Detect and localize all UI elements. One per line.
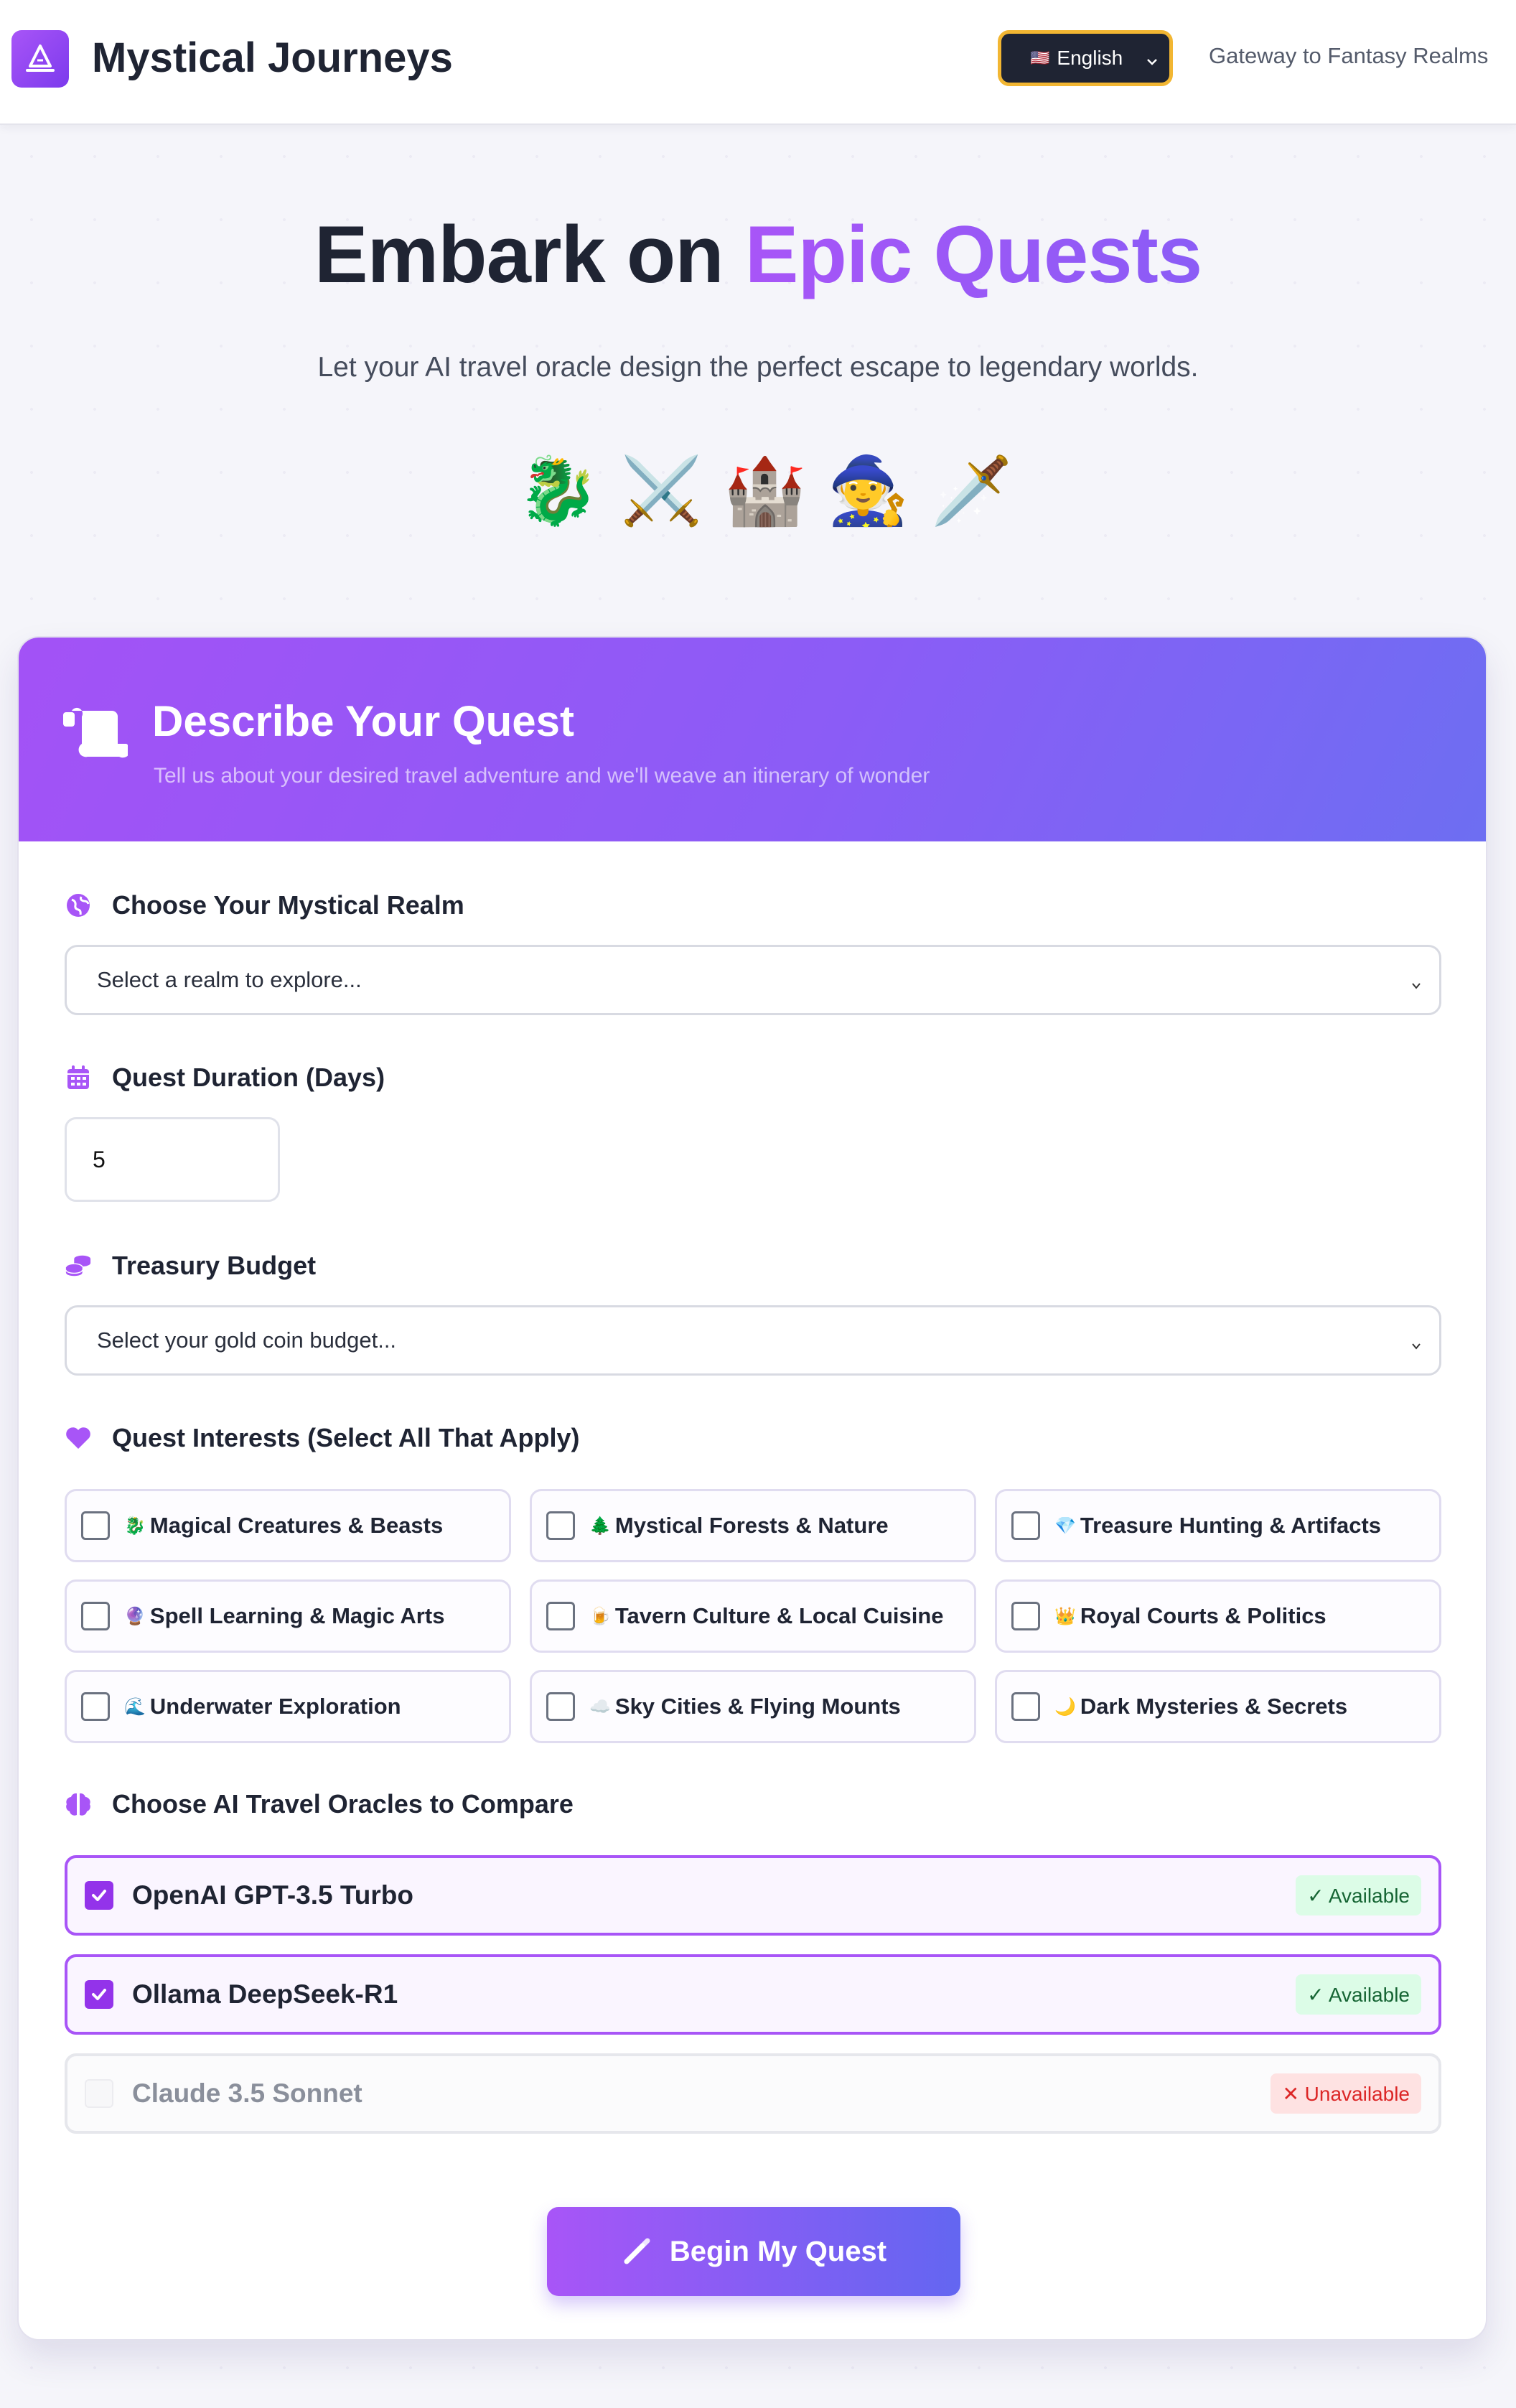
castle-icon: 🏰 bbox=[724, 454, 806, 528]
interest-checkbox[interactable] bbox=[81, 1511, 110, 1540]
logo-icon[interactable] bbox=[11, 30, 69, 88]
form-header: Describe Your Quest Tell us about your d… bbox=[19, 638, 1486, 841]
interest-checkbox[interactable] bbox=[81, 1692, 110, 1721]
globe-icon bbox=[65, 892, 92, 919]
form-title: Describe Your Quest bbox=[152, 697, 574, 745]
interest-checkbox[interactable] bbox=[81, 1602, 110, 1630]
wand-icon bbox=[624, 2238, 650, 2264]
chevron-down-icon bbox=[1409, 1333, 1423, 1359]
interest-checkbox[interactable] bbox=[1011, 1692, 1040, 1721]
interest-sky-cities[interactable]: ☁️ Sky Cities & Flying Mounts bbox=[530, 1670, 976, 1743]
coins-icon bbox=[65, 1252, 92, 1279]
crown-icon: 👑 bbox=[1054, 1606, 1076, 1626]
status-badge: ✓ Available bbox=[1296, 1974, 1421, 2015]
interests-label: Quest Interests (Select All That Apply) bbox=[65, 1423, 579, 1453]
chevron-down-icon bbox=[1409, 973, 1423, 999]
header-tagline: Gateway to Fantasy Realms bbox=[1209, 43, 1489, 68]
crossed-swords-icon: ⚔️ bbox=[620, 454, 703, 528]
budget-select-value: Select your gold coin budget... bbox=[97, 1327, 397, 1353]
oracle-name: Claude 3.5 Sonnet bbox=[132, 2078, 362, 2108]
oracle-option-claude: Claude 3.5 Sonnet ✕ Unavailable bbox=[65, 2053, 1441, 2134]
oracle-checkbox-disabled bbox=[85, 2079, 113, 2108]
wizard-icon: 🧙 bbox=[827, 454, 909, 528]
interest-checkbox[interactable] bbox=[1011, 1602, 1040, 1630]
interest-checkbox[interactable] bbox=[546, 1692, 575, 1721]
duration-label-text: Quest Duration (Days) bbox=[112, 1063, 385, 1092]
interest-checkbox[interactable] bbox=[546, 1511, 575, 1540]
scroll-icon bbox=[62, 706, 131, 763]
quest-form-card: Describe Your Quest Tell us about your d… bbox=[17, 636, 1487, 2341]
oracles-label: Choose AI Travel Oracles to Compare bbox=[65, 1789, 574, 1819]
budget-label: Treasury Budget bbox=[65, 1251, 316, 1281]
realm-select-value: Select a realm to explore... bbox=[97, 967, 362, 992]
interest-label: Mystical Forests & Nature bbox=[614, 1513, 889, 1538]
begin-quest-label: Begin My Quest bbox=[669, 2235, 887, 2267]
gem-icon: 💎 bbox=[1054, 1516, 1076, 1536]
language-value: English bbox=[1057, 47, 1123, 69]
interest-magical-creatures[interactable]: 🐉 Magical Creatures & Beasts bbox=[65, 1489, 511, 1562]
budget-select[interactable]: Select your gold coin budget... bbox=[65, 1305, 1441, 1376]
oracle-checkbox[interactable] bbox=[85, 1980, 113, 2009]
interest-label: Royal Courts & Politics bbox=[1080, 1603, 1326, 1628]
crystal-ball-icon: 🔮 bbox=[124, 1606, 146, 1626]
hero-emoji-row: 🐉 ⚔️ 🏰 🧙 🗡️ bbox=[0, 448, 1516, 534]
oracle-name: OpenAI GPT-3.5 Turbo bbox=[132, 1880, 413, 1910]
interest-spell-learning[interactable]: 🔮 Spell Learning & Magic Arts bbox=[65, 1579, 511, 1653]
flag-icon: 🇺🇸 bbox=[1030, 49, 1050, 67]
interest-mystical-forests[interactable]: 🌲 Mystical Forests & Nature bbox=[530, 1489, 976, 1562]
interest-royal-courts[interactable]: 👑 Royal Courts & Politics bbox=[995, 1579, 1441, 1653]
interest-checkbox[interactable] bbox=[1011, 1511, 1040, 1540]
oracle-checkbox[interactable] bbox=[85, 1881, 113, 1910]
wave-icon: 🌊 bbox=[124, 1697, 146, 1717]
language-select[interactable]: 🇺🇸 English bbox=[998, 30, 1173, 86]
interest-label: Spell Learning & Magic Arts bbox=[149, 1603, 445, 1628]
dragon-icon: 🐉 bbox=[124, 1516, 146, 1536]
dragon-icon: 🐉 bbox=[517, 454, 599, 528]
interest-label: Sky Cities & Flying Mounts bbox=[614, 1694, 901, 1719]
interest-label: Treasure Hunting & Artifacts bbox=[1080, 1513, 1382, 1538]
calendar-icon bbox=[65, 1064, 92, 1091]
beer-icon: 🍺 bbox=[589, 1606, 611, 1626]
interest-tavern-culture[interactable]: 🍺 Tavern Culture & Local Cuisine bbox=[530, 1579, 976, 1653]
interest-label: Tavern Culture & Local Cuisine bbox=[614, 1603, 944, 1628]
moon-icon: 🌙 bbox=[1054, 1697, 1076, 1717]
interest-label: Underwater Exploration bbox=[149, 1694, 401, 1719]
interest-treasure-hunting[interactable]: 💎 Treasure Hunting & Artifacts bbox=[995, 1489, 1441, 1562]
realm-label: Choose Your Mystical Realm bbox=[65, 890, 464, 920]
realm-label-text: Choose Your Mystical Realm bbox=[112, 890, 464, 920]
interest-checkbox[interactable] bbox=[546, 1602, 575, 1630]
tree-icon: 🌲 bbox=[589, 1516, 611, 1536]
hero-title-main: Embark on bbox=[314, 210, 745, 299]
form-subtitle: Tell us about your desired travel advent… bbox=[154, 764, 930, 788]
duration-label: Quest Duration (Days) bbox=[65, 1063, 385, 1093]
interest-underwater[interactable]: 🌊 Underwater Exploration bbox=[65, 1670, 511, 1743]
duration-input[interactable]: 5 bbox=[65, 1117, 280, 1202]
brain-icon bbox=[65, 1791, 92, 1818]
cloud-icon: ☁️ bbox=[589, 1697, 611, 1717]
interests-label-text: Quest Interests (Select All That Apply) bbox=[112, 1423, 580, 1452]
status-badge: ✕ Unavailable bbox=[1271, 2073, 1421, 2114]
interest-dark-mysteries[interactable]: 🌙 Dark Mysteries & Secrets bbox=[995, 1670, 1441, 1743]
dagger-icon: 🗡️ bbox=[930, 454, 1013, 528]
begin-quest-button[interactable]: Begin My Quest bbox=[547, 2207, 960, 2296]
hero-title: Embark on Epic Quests bbox=[0, 201, 1516, 309]
hero-title-accent: Epic Quests bbox=[744, 210, 1202, 299]
hero-subtitle: Let your AI travel oracle design the per… bbox=[317, 352, 1199, 383]
interest-label: Dark Mysteries & Secrets bbox=[1080, 1694, 1348, 1719]
oracle-option-deepseek[interactable]: Ollama DeepSeek-R1 ✓ Available bbox=[65, 1954, 1441, 2035]
status-badge: ✓ Available bbox=[1296, 1875, 1421, 1915]
budget-label-text: Treasury Budget bbox=[112, 1251, 317, 1280]
oracle-name: Ollama DeepSeek-R1 bbox=[132, 1979, 398, 2009]
oracles-label-text: Choose AI Travel Oracles to Compare bbox=[112, 1789, 574, 1819]
interest-label: Magical Creatures & Beasts bbox=[149, 1513, 444, 1538]
realm-select[interactable]: Select a realm to explore... bbox=[65, 945, 1441, 1015]
chevron-down-icon bbox=[1145, 51, 1159, 74]
app-title[interactable]: Mystical Journeys bbox=[92, 32, 453, 85]
top-header: Mystical Journeys 🇺🇸 English Gateway to … bbox=[0, 0, 1516, 125]
heart-icon bbox=[65, 1424, 92, 1452]
oracle-option-gpt35[interactable]: OpenAI GPT-3.5 Turbo ✓ Available bbox=[65, 1855, 1441, 1936]
